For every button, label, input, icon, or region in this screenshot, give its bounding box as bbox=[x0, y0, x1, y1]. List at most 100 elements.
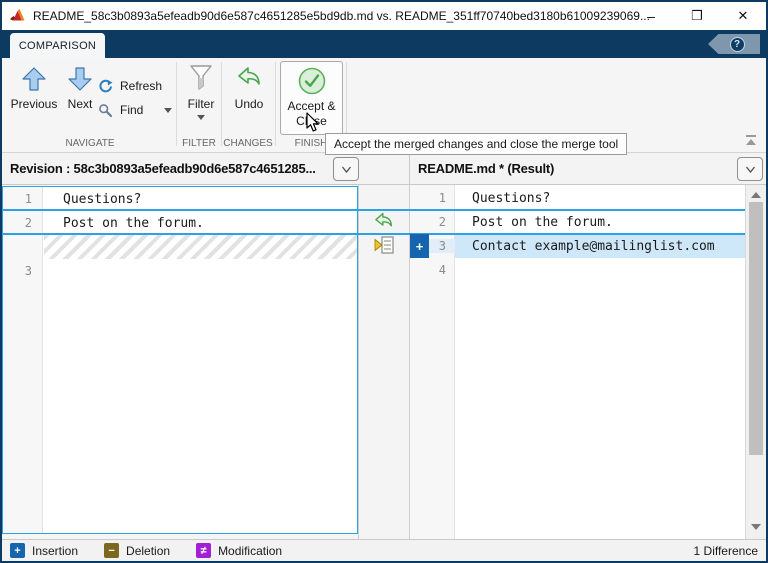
undo-icon bbox=[236, 66, 263, 92]
left-pane-header: Revision : 58c3b0893a5efeadb90d6e587c465… bbox=[2, 153, 410, 184]
matlab-logo-icon bbox=[9, 8, 26, 25]
next-button[interactable]: Next bbox=[60, 66, 100, 111]
tab-comparison-label: COMPARISON bbox=[19, 40, 96, 52]
right-line-3-inserted: 3 Contact example@mailinglist.com bbox=[410, 234, 745, 258]
insertion-legend-label: Insertion bbox=[32, 544, 78, 558]
previous-button[interactable]: Previous bbox=[8, 66, 60, 111]
filter-icon bbox=[188, 64, 214, 92]
missing-line-hatch bbox=[44, 235, 357, 259]
status-bar: + Insertion − Deletion ≠ Modification 1 … bbox=[2, 539, 766, 561]
merge-tool-window: README_58c3b0893a5efeadb90d6e587c4651285… bbox=[0, 0, 768, 563]
deletion-legend-label: Deletion bbox=[126, 544, 170, 558]
deletion-legend-icon: − bbox=[104, 543, 119, 558]
window-title: README_58c3b0893a5efeadb90d6e587c4651285… bbox=[33, 9, 650, 23]
ribbon-separator bbox=[176, 62, 177, 146]
diff-boundary-line-bottom bbox=[2, 233, 745, 235]
chevron-down-icon bbox=[341, 165, 352, 174]
accept-close-label-line1: Accept & bbox=[287, 99, 335, 113]
help-button[interactable]: ? bbox=[708, 34, 760, 54]
close-icon: ✕ bbox=[738, 8, 749, 24]
left-line-2: 2 Post on the forum. bbox=[3, 211, 357, 235]
line-text bbox=[455, 258, 745, 282]
chevron-down-icon bbox=[745, 165, 756, 174]
right-pane-dropdown-button[interactable] bbox=[737, 157, 763, 181]
undo-button[interactable]: Undo bbox=[224, 66, 274, 111]
line-number: 1 bbox=[410, 191, 455, 205]
line-number: 3 bbox=[3, 264, 43, 278]
filter-button[interactable]: Filter bbox=[181, 64, 221, 120]
line-text: Questions? bbox=[455, 186, 745, 210]
diff-boundary-line-top bbox=[2, 209, 745, 211]
line-number: 4 bbox=[410, 263, 455, 277]
undo-merge-icon[interactable] bbox=[373, 212, 395, 232]
minimize-button[interactable]: – bbox=[628, 2, 674, 30]
group-label-changes: CHANGES bbox=[221, 138, 275, 149]
vertical-scrollbar[interactable] bbox=[745, 185, 766, 539]
arrow-down-icon bbox=[67, 66, 93, 92]
legend-insertion: + Insertion bbox=[10, 543, 78, 558]
left-pane-title: Revision : 58c3b0893a5efeadb90d6e587c465… bbox=[10, 153, 316, 184]
scroll-up-icon[interactable] bbox=[751, 192, 761, 198]
ribbon-separator bbox=[221, 62, 222, 146]
previous-label: Previous bbox=[11, 97, 58, 111]
undo-label: Undo bbox=[235, 97, 264, 111]
line-text: Post on the forum. bbox=[455, 210, 745, 234]
filter-dropdown-icon[interactable] bbox=[197, 115, 205, 120]
minimize-icon: – bbox=[647, 11, 655, 21]
line-number: 2 bbox=[410, 215, 455, 229]
search-icon bbox=[98, 103, 113, 118]
insertion-badge: + bbox=[410, 234, 429, 258]
help-icon: ? bbox=[730, 37, 745, 52]
insertion-legend-icon: + bbox=[10, 543, 25, 558]
line-number: 1 bbox=[3, 192, 43, 206]
accept-check-icon bbox=[297, 66, 327, 96]
difference-count: 1 Difference bbox=[694, 544, 758, 558]
find-button[interactable]: Find bbox=[98, 98, 172, 122]
ribbon-separator bbox=[275, 62, 276, 146]
window-controls: – ❒ ✕ bbox=[628, 2, 766, 30]
collapse-ribbon-icon[interactable] bbox=[744, 134, 758, 146]
mouse-cursor bbox=[306, 112, 321, 133]
close-button[interactable]: ✕ bbox=[720, 2, 766, 30]
ribbon-tab-bar: COMPARISON ? bbox=[2, 30, 766, 58]
left-line-3: 3 bbox=[3, 259, 357, 283]
line-text: Post on the forum. bbox=[43, 216, 204, 231]
scroll-down-icon[interactable] bbox=[751, 524, 761, 530]
right-pane-title: README.md * (Result) bbox=[418, 153, 554, 184]
right-pane-header: README.md * (Result) bbox=[410, 153, 766, 184]
legend-modification: ≠ Modification bbox=[196, 543, 282, 558]
line-text: Questions? bbox=[43, 192, 141, 207]
tooltip: Accept the merged changes and close the … bbox=[325, 133, 627, 155]
pane-headers: Revision : 58c3b0893a5efeadb90d6e587c465… bbox=[2, 153, 766, 185]
left-file-pane[interactable]: 1 Questions? 2 Post on the forum. 3 bbox=[2, 186, 358, 534]
line-text: Contact example@mailinglist.com bbox=[455, 234, 745, 258]
find-label: Find bbox=[120, 103, 143, 117]
group-label-filter: FILTER bbox=[178, 138, 220, 149]
left-pane-dropdown-button[interactable] bbox=[333, 157, 359, 181]
modification-legend-label: Modification bbox=[218, 544, 282, 558]
merge-action-gutter bbox=[358, 185, 410, 539]
right-line-4: 4 bbox=[410, 258, 745, 282]
title-bar: README_58c3b0893a5efeadb90d6e587c4651285… bbox=[2, 2, 766, 30]
filter-label: Filter bbox=[188, 97, 215, 111]
refresh-icon bbox=[98, 79, 113, 94]
scrollbar-thumb[interactable] bbox=[749, 202, 763, 455]
arrow-up-icon bbox=[21, 66, 47, 92]
find-dropdown-icon[interactable] bbox=[164, 108, 172, 113]
refresh-button[interactable]: Refresh bbox=[98, 74, 172, 98]
next-label: Next bbox=[68, 97, 93, 111]
maximize-icon: ❒ bbox=[691, 8, 703, 24]
right-line-1: 1 Questions? bbox=[410, 186, 745, 210]
diff-editor: 1 Questions? 2 Post on the forum. 3 bbox=[2, 185, 766, 539]
modification-legend-icon: ≠ bbox=[196, 543, 211, 558]
left-line-number-gutter bbox=[3, 187, 43, 533]
right-line-2: 2 Post on the forum. bbox=[410, 210, 745, 234]
refresh-label: Refresh bbox=[120, 79, 162, 93]
merge-change-icon[interactable] bbox=[373, 236, 394, 254]
line-number: 2 bbox=[3, 216, 43, 230]
tab-comparison[interactable]: COMPARISON bbox=[10, 33, 105, 58]
group-label-navigate: NAVIGATE bbox=[8, 138, 172, 149]
legend-deletion: − Deletion bbox=[104, 543, 170, 558]
maximize-button[interactable]: ❒ bbox=[674, 2, 720, 30]
right-file-pane[interactable]: 1 Questions? 2 Post on the forum. 3 Cont… bbox=[410, 185, 745, 539]
